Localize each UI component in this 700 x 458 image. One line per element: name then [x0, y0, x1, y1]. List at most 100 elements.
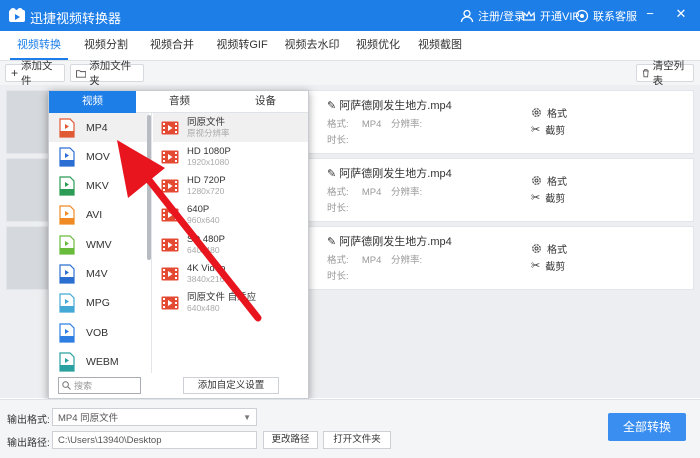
resolution-meta: 分辨率:: [391, 187, 423, 198]
gear-icon: [532, 244, 541, 253]
tab-video-optimize[interactable]: 视频优化: [350, 31, 406, 60]
video-file-icon: [59, 264, 75, 284]
video-file-icon: [59, 322, 75, 343]
format-item-m4v[interactable]: M4V: [49, 260, 149, 289]
format-button[interactable]: 格式: [531, 173, 567, 188]
resolution-size: 640x480: [187, 303, 220, 314]
scissors-icon: ✂: [531, 192, 541, 204]
film-icon: [161, 267, 179, 281]
resolution-option[interactable]: 同原文件 自适应 640x480: [153, 289, 308, 318]
resolution-size: 原视分辨率: [187, 127, 230, 138]
login-link[interactable]: 注册/登录: [460, 8, 525, 24]
cut-button[interactable]: ✂ 截剪: [531, 190, 565, 205]
format-label: AVI: [86, 209, 103, 222]
format-label: MPG: [86, 297, 110, 310]
folder-icon: [76, 69, 87, 78]
video-file-icon: [59, 352, 75, 372]
output-path-label: 输出路径:: [7, 438, 50, 449]
format-item-webm[interactable]: WEBM: [49, 347, 149, 376]
divider: [151, 113, 152, 373]
format-button[interactable]: 格式: [531, 241, 567, 256]
duration-meta: 时长:: [327, 271, 349, 282]
add-file-button[interactable]: + 添加文件: [5, 60, 65, 87]
resolution-size: 1280x720: [187, 186, 225, 197]
format-label: WMV: [86, 238, 112, 251]
tab-video-convert[interactable]: 视频转换: [10, 31, 68, 60]
tab-video-to-gif[interactable]: 视频转GIF: [210, 31, 274, 60]
tab-video-split[interactable]: 视频分割: [78, 31, 134, 60]
film-icon: [161, 179, 179, 193]
app-logo-icon: [9, 8, 25, 22]
trash-icon: [642, 69, 649, 78]
format-item-vob[interactable]: VOB: [49, 318, 149, 347]
output-format-label: 输出格式:: [7, 415, 50, 426]
format-list: MP4 MOV MKV AVI WMV M4V MPG VOB WEBM: [49, 113, 149, 373]
clear-list-button[interactable]: 清空列表: [636, 60, 694, 87]
film-icon: [161, 238, 179, 252]
tab-video-screenshot[interactable]: 视频截图: [412, 31, 468, 60]
feature-tabs: 视频转换 视频分割 视频合并 视频转GIF 视频去水印 视频优化 视频截图: [0, 31, 700, 61]
video-file-icon: [59, 147, 75, 167]
tab-remove-watermark[interactable]: 视频去水印: [280, 31, 344, 60]
resolution-size: 960x640: [187, 215, 220, 226]
resolution-option[interactable]: HD 720P 1280x720: [153, 172, 308, 201]
file-name: ✎ 阿萨德刚发生地方.mp4: [327, 100, 452, 112]
cut-button[interactable]: ✂ 截剪: [531, 258, 565, 273]
output-path-field[interactable]: C:\Users\13940\Desktop: [52, 431, 257, 449]
add-file-label: 添加文件: [21, 60, 53, 87]
format-item-mpg[interactable]: MPG: [49, 289, 149, 318]
support-link[interactable]: 联系客服: [575, 8, 637, 24]
user-icon: [460, 9, 474, 23]
app-title: 迅捷视频转换器: [30, 11, 122, 26]
format-item-mp4[interactable]: MP4: [49, 113, 149, 142]
resolution-option[interactable]: 4K Video 3840x2160: [153, 260, 308, 289]
add-folder-button[interactable]: 添加文件夹: [70, 60, 144, 87]
resolution-option[interactable]: HD 1080P 1920x1080: [153, 142, 308, 171]
file-name: ✎ 阿萨德刚发生地方.mp4: [327, 168, 452, 180]
resolution-size: 640x480: [187, 244, 220, 255]
tab-device-formats[interactable]: 设备: [223, 91, 308, 113]
headset-icon: [575, 9, 589, 23]
search-placeholder: 搜索: [74, 381, 93, 391]
vip-link[interactable]: 开通VIP: [522, 8, 580, 24]
add-custom-setting-button[interactable]: 添加自定义设置: [183, 377, 279, 394]
close-button[interactable]: ✕: [674, 7, 688, 21]
support-label: 联系客服: [593, 11, 637, 23]
change-path-button[interactable]: 更改路径: [263, 431, 318, 449]
format-meta: 格式: MP4: [327, 187, 382, 198]
format-item-wmv[interactable]: WMV: [49, 230, 149, 259]
format-item-mov[interactable]: MOV: [49, 142, 149, 171]
scissors-icon: ✂: [531, 124, 541, 136]
format-meta: 格式: MP4: [327, 255, 382, 266]
output-format-select[interactable]: MP4 同原文件 ▼: [52, 408, 257, 426]
tab-audio-formats[interactable]: 音频: [136, 91, 223, 113]
search-icon: [62, 381, 71, 390]
format-item-mkv[interactable]: MKV: [49, 172, 149, 201]
format-label: M4V: [86, 268, 108, 280]
resolution-option[interactable]: 同原文件 原视分辨率: [153, 113, 308, 142]
tab-video-formats[interactable]: 视频: [49, 91, 136, 113]
film-icon: [161, 296, 179, 310]
format-search-input[interactable]: 搜索: [58, 377, 141, 394]
format-item-avi[interactable]: AVI: [49, 201, 149, 230]
clear-list-label: 清空列表: [652, 60, 685, 87]
video-file-icon: [59, 176, 75, 196]
format-label: MKV: [86, 180, 109, 193]
minimize-button[interactable]: −: [643, 7, 657, 21]
gear-icon: [532, 108, 541, 117]
duration-meta: 时长:: [327, 135, 349, 146]
cut-button[interactable]: ✂ 截剪: [531, 122, 565, 137]
format-button[interactable]: 格式: [531, 105, 567, 120]
open-folder-button[interactable]: 打开文件夹: [323, 431, 391, 449]
tab-video-merge[interactable]: 视频合并: [144, 31, 200, 60]
format-label: MOV: [86, 150, 110, 163]
video-file-icon: [59, 117, 75, 138]
convert-all-button[interactable]: 全部转换: [608, 413, 686, 441]
film-icon: [161, 150, 179, 164]
resolution-option[interactable]: SD 480P 640x480: [153, 230, 308, 259]
resolution-name: 同原文件: [187, 116, 226, 128]
resolution-option[interactable]: 640P 960x640: [153, 201, 308, 230]
vip-label: 开通VIP: [540, 11, 580, 23]
title-bar: 迅捷视频转换器 注册/登录 开通VIP 联系客服 − ✕: [0, 0, 700, 31]
plus-icon: +: [11, 66, 19, 80]
